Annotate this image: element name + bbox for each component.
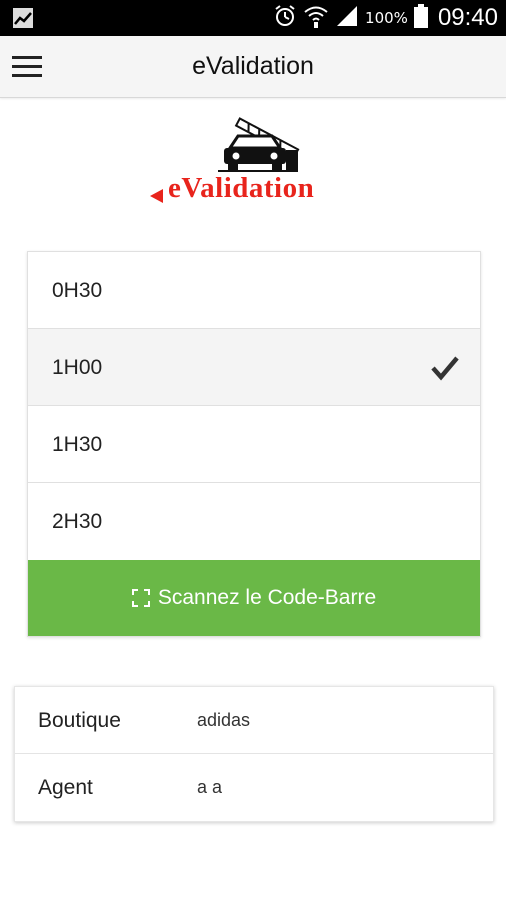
- option-label: 1H30: [52, 433, 103, 456]
- scan-barcode-button[interactable]: Scannez le Code-Barre: [28, 560, 480, 636]
- duration-options-list: 0H30 1H00 1H30 2H30 Scannez le Code-Barr…: [27, 251, 481, 637]
- info-value: a a: [197, 777, 223, 797]
- option-label: 1H00: [52, 356, 103, 379]
- info-label: Boutique: [38, 709, 121, 732]
- option-2h30[interactable]: 2H30: [28, 483, 480, 560]
- option-1h00[interactable]: 1H00: [28, 329, 480, 406]
- info-row-boutique: Boutique adidas: [15, 687, 493, 754]
- info-label: Agent: [38, 776, 93, 799]
- info-card: Boutique adidas Agent a a: [14, 686, 494, 822]
- gallery-icon: [12, 7, 34, 34]
- status-bar: 100% 09:40: [0, 0, 506, 36]
- clock: 09:40: [437, 4, 498, 31]
- scan-button-label: Scannez le Code-Barre: [157, 586, 377, 609]
- battery-percent: 100%: [365, 9, 408, 27]
- app-logo: eValidation: [148, 110, 360, 210]
- option-0h30[interactable]: 0H30: [28, 252, 480, 329]
- app-toolbar: eValidation: [0, 36, 506, 98]
- logo-arrow-icon: [150, 189, 163, 203]
- alarm-icon: [273, 4, 297, 33]
- option-1h30[interactable]: 1H30: [28, 406, 480, 483]
- info-row-agent: Agent a a: [15, 754, 493, 821]
- signal-icon: [335, 4, 359, 33]
- option-label: 2H30: [52, 510, 103, 533]
- page-title: eValidation: [192, 52, 314, 80]
- parking-barrier-car-icon: [218, 117, 300, 172]
- battery-icon: [413, 3, 428, 33]
- logo-text: eValidation: [168, 172, 315, 204]
- option-label: 0H30: [52, 279, 103, 302]
- scan-frame-icon: [131, 589, 150, 607]
- checkmark-icon: [431, 356, 459, 381]
- info-value: adidas: [197, 710, 251, 730]
- wifi-icon: [303, 3, 329, 34]
